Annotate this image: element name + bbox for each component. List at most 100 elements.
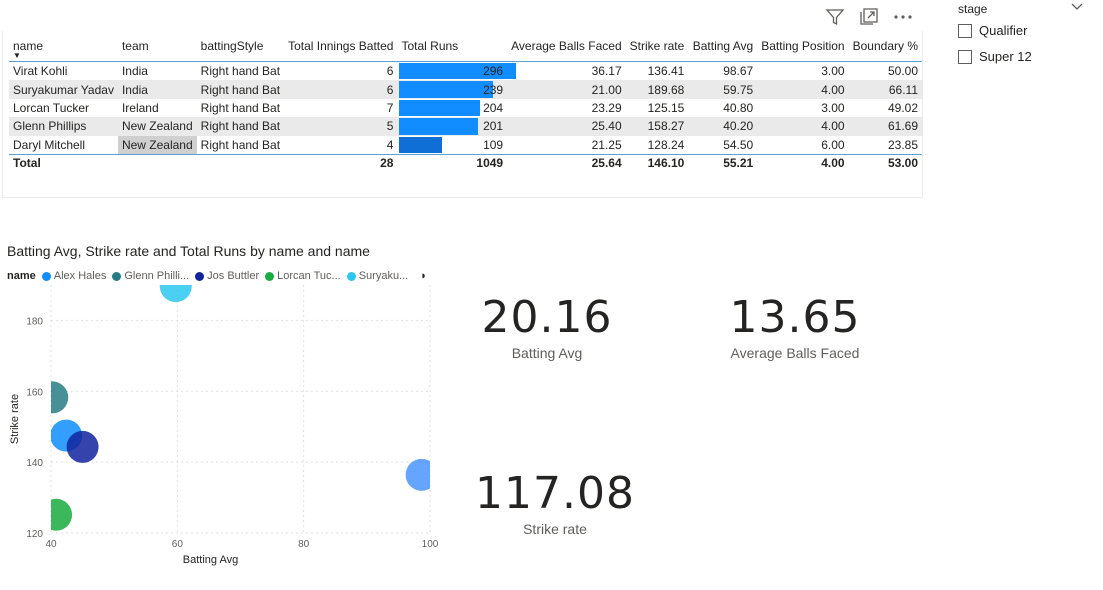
legend-entry[interactable]: Lorcan Tuc...	[265, 270, 341, 282]
column-header-name[interactable]: name	[9, 35, 118, 62]
total-runs: 1049	[476, 156, 504, 171]
slicer-option-label: Super 12	[979, 49, 1032, 64]
kpi-value: 117.08	[475, 468, 635, 519]
cell-boundary: 61.69	[887, 119, 918, 134]
kpi-label: Strike rate	[523, 521, 587, 537]
kpi-label: Batting Avg	[511, 345, 583, 361]
cell-runs: 201	[397, 117, 507, 135]
focus-mode-icon[interactable]	[858, 6, 880, 28]
cell-balls: 21.25	[591, 137, 622, 152]
cell-pos: 4.00	[821, 119, 845, 134]
cell-pos: 3.00	[821, 64, 845, 79]
table-row[interactable]: Daryl Mitchell New Zealand Right hand Bat 4…	[9, 135, 922, 155]
column-header-average-balls[interactable]: Average Balls Faced	[507, 35, 626, 62]
runs-value: 239	[483, 82, 504, 97]
slicer-option-super-12[interactable]: Super 12	[958, 49, 1032, 64]
cell-team: New Zealand	[117, 135, 197, 155]
cell-team: New Zealand	[121, 119, 193, 134]
cell-name: Lorcan Tucker	[13, 100, 90, 115]
table-row[interactable]: Lorcan Tucker Ireland Right hand Bat 7 204 23…	[9, 99, 922, 117]
legend-dot	[41, 271, 51, 281]
legend-dot	[346, 271, 356, 281]
runs-bar	[399, 136, 443, 153]
cell-team: India	[121, 82, 148, 97]
x-tick-label: 60	[172, 539, 184, 550]
x-tick-label: 100	[422, 539, 439, 550]
x-tick-label: 40	[45, 539, 57, 550]
kpi-card-batting-avg: 20.16 Batting Avg	[447, 292, 647, 361]
scatter-point[interactable]	[66, 430, 99, 463]
checkbox[interactable]	[958, 49, 972, 64]
legend-entry[interactable]: Suryaku...	[346, 270, 409, 282]
cell-pos: 6.00	[821, 137, 845, 152]
cell-sr: 128.24	[647, 137, 685, 152]
column-header-batting-position[interactable]: Batting Position	[757, 35, 848, 62]
total-row: Total 28 1049 25.64 146.10 55.21 4.00 53…	[9, 154, 922, 172]
cell-innings: 6	[386, 82, 394, 97]
y-axis-label: Strike rate	[9, 394, 21, 444]
y-tick-label: 140	[26, 458, 43, 469]
table-row[interactable]: Suryakumar Yadav India Right hand Bat 6 239 2…	[9, 80, 922, 99]
cell-avg: 54.50	[723, 137, 754, 152]
scatter-point[interactable]	[159, 285, 192, 303]
runs-value: 296	[483, 64, 504, 79]
cell-avg: 40.80	[723, 100, 754, 115]
filter-icon[interactable]	[824, 6, 846, 28]
cell-runs: 296	[397, 62, 517, 81]
scatter-point[interactable]	[405, 458, 438, 491]
runs-value: 201	[483, 119, 504, 134]
sort-descending-icon[interactable]: ▼	[13, 51, 21, 60]
legend-entry[interactable]: Glenn Philli...	[112, 270, 189, 282]
column-header-team[interactable]: team	[118, 35, 197, 62]
column-header-total-runs[interactable]: Total Runs	[397, 35, 507, 62]
legend-dot	[265, 271, 275, 281]
total-boundary: 53.00	[887, 156, 918, 171]
kpi-card-strike-rate: 117.08 Strike rate	[455, 468, 655, 537]
legend-dot	[112, 271, 122, 281]
runs-value: 204	[483, 100, 504, 115]
legend-entry[interactable]: Jos Buttler	[195, 270, 259, 282]
column-header-batting-avg[interactable]: Batting Avg	[688, 35, 757, 62]
total-label: Total	[13, 156, 41, 171]
column-header-boundary[interactable]: Boundary %	[849, 35, 922, 62]
cell-style: Right hand Bat	[200, 100, 281, 115]
legend-entry[interactable]: Alex Hales	[41, 270, 106, 282]
cell-pos: 3.00	[821, 100, 845, 115]
runs-bar	[399, 99, 481, 117]
cell-avg: 59.75	[723, 82, 754, 97]
more-options-icon[interactable]	[892, 6, 914, 28]
scatter-point[interactable]	[40, 498, 73, 531]
cell-innings: 7	[386, 100, 394, 115]
legend-title: name	[7, 270, 36, 282]
cell-avg: 40.20	[723, 119, 754, 134]
legend-label: Glenn Philli...	[124, 270, 190, 282]
cell-runs: 204	[397, 99, 507, 117]
legend-label: Suryaku...	[358, 270, 409, 282]
runs-value: 109	[483, 137, 504, 152]
cell-sr: 158.27	[647, 119, 685, 134]
total-strike-rate: 146.10	[647, 156, 685, 171]
x-tick-label: 80	[298, 539, 310, 550]
cell-boundary: 49.02	[887, 100, 918, 115]
legend-scroll-icon[interactable]: ◗	[420, 270, 427, 282]
chevron-down-icon[interactable]	[1070, 0, 1084, 17]
kpi-value: 13.65	[729, 292, 861, 343]
cell-balls: 36.17	[591, 64, 622, 79]
slicer-option-qualifier[interactable]: Qualifier	[958, 23, 1027, 38]
cell-boundary: 66.11	[888, 82, 918, 97]
column-header-batting-style[interactable]: battingStyle	[197, 35, 284, 62]
column-header-innings[interactable]: Total Innings Batted	[284, 35, 397, 62]
checkbox[interactable]	[958, 23, 972, 38]
cell-runs: 109	[397, 136, 507, 155]
cell-boundary: 23.85	[887, 137, 918, 152]
cell-balls: 25.40	[591, 119, 622, 134]
cell-balls: 21.00	[591, 82, 622, 97]
table-row[interactable]: Glenn Phillips New Zealand Right hand Bat 5…	[9, 117, 922, 136]
total-batting-position: 4.00	[821, 156, 845, 171]
cell-innings: 5	[386, 119, 394, 134]
y-tick-label: 160	[26, 387, 43, 398]
table-row[interactable]: Virat Kohli India Right hand Bat 6 296 36.17 1…	[9, 62, 922, 81]
cell-team: Ireland	[121, 100, 159, 115]
column-header-strike-rate[interactable]: Strike rate	[626, 35, 689, 62]
total-batting-avg: 55.21	[723, 156, 754, 171]
